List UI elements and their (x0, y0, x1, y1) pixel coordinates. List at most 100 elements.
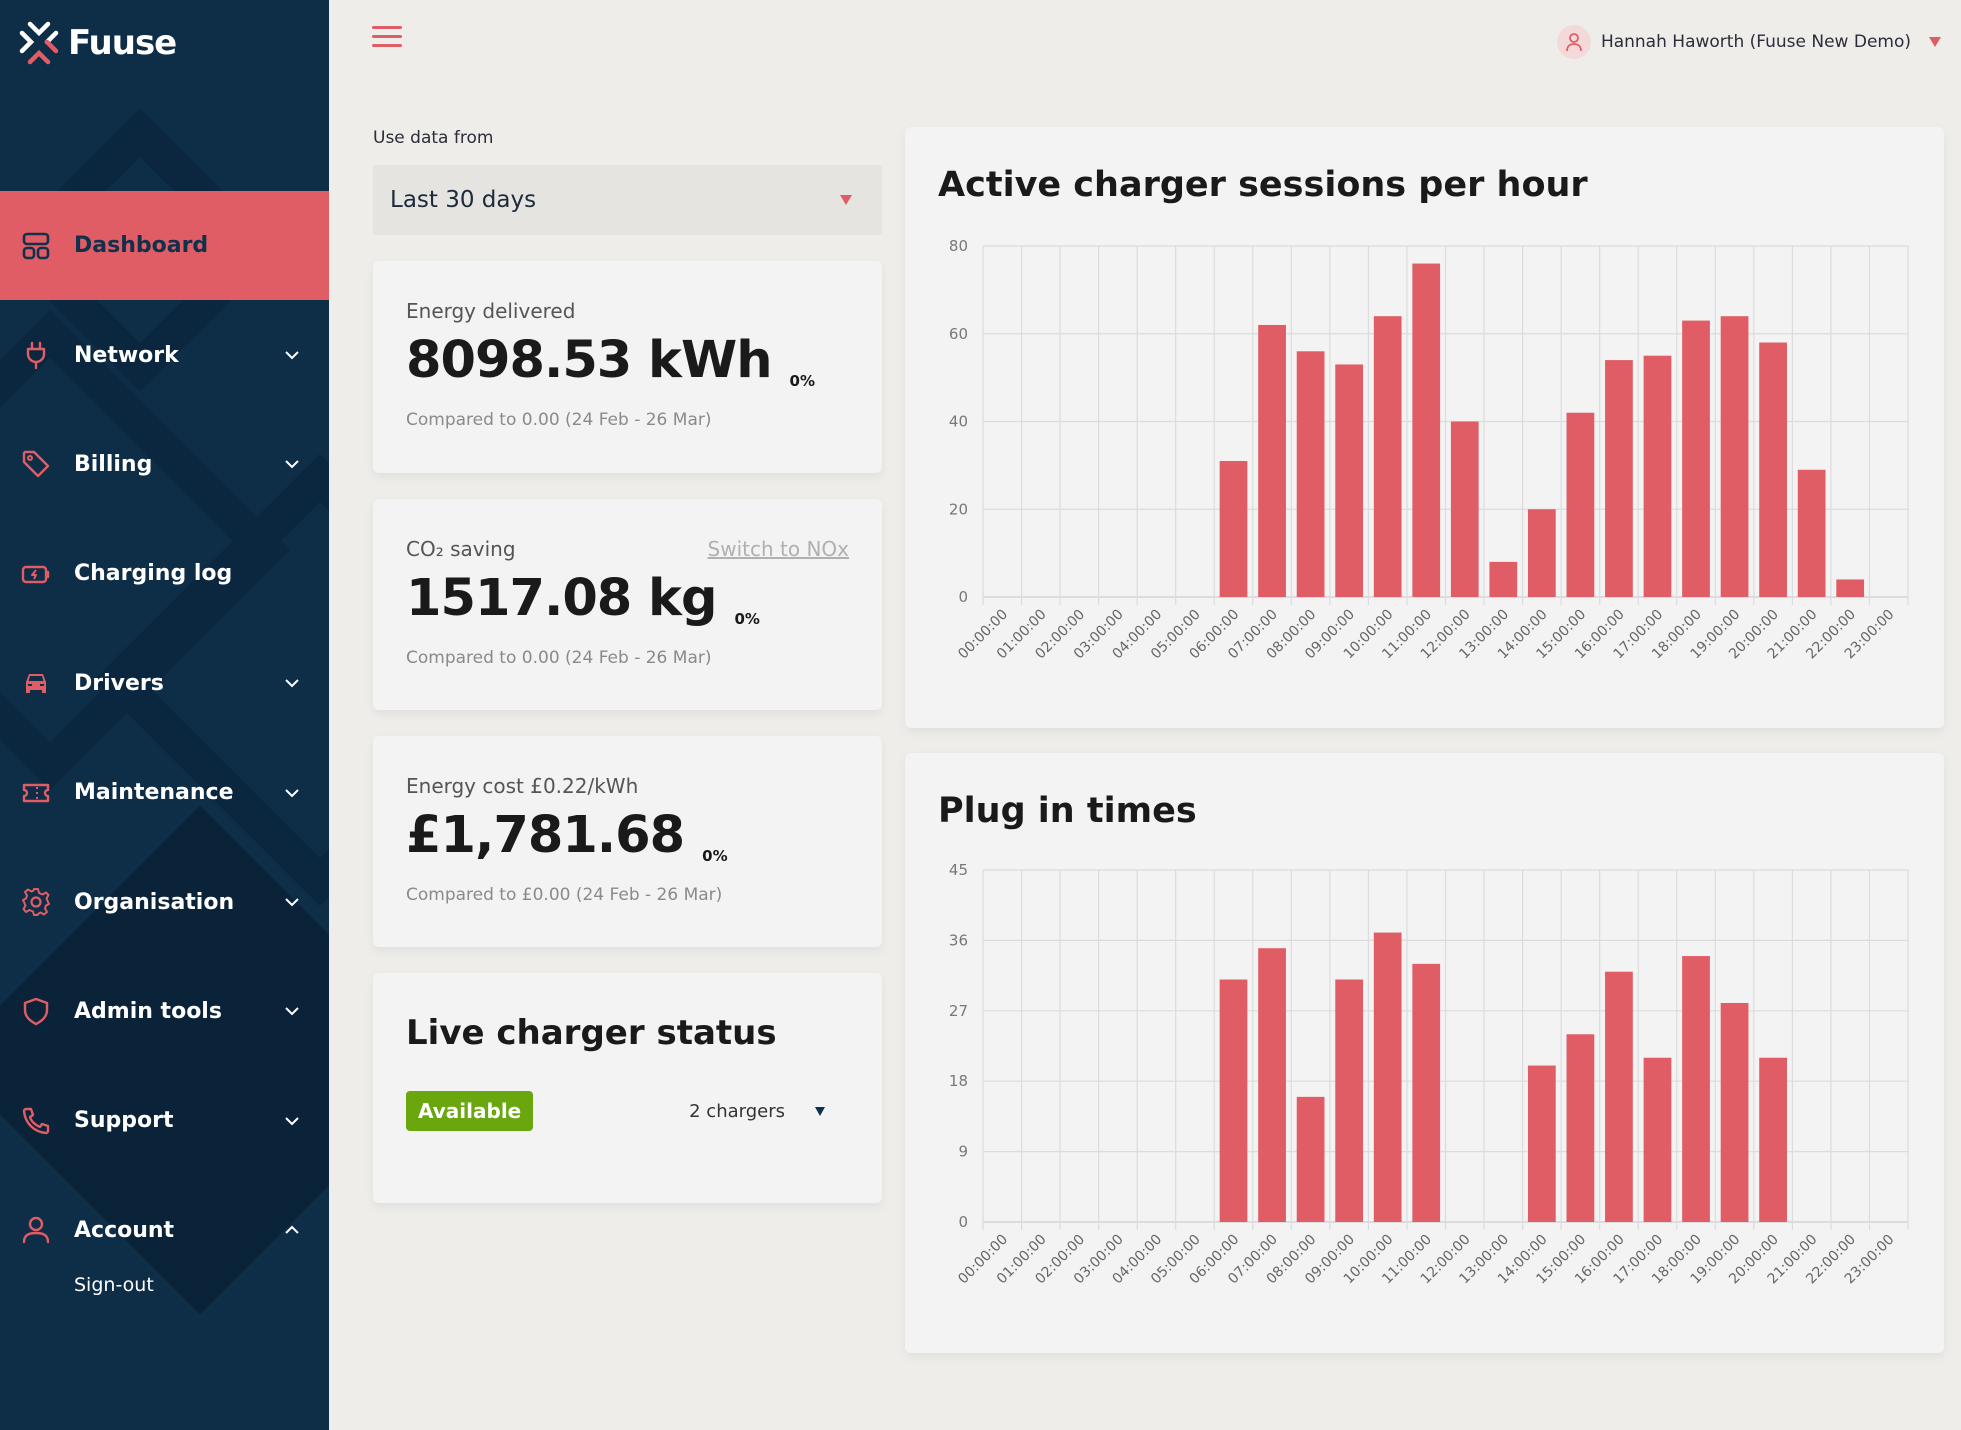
chevron-down-icon[interactable] (283, 346, 301, 364)
bar (1219, 460, 1248, 597)
live-charger-status-card: Live charger status Available 2 chargers (373, 973, 882, 1203)
y-tick-label: 9 (958, 1143, 968, 1161)
bar (1258, 324, 1286, 597)
sidebar-item-support[interactable]: Support (0, 1066, 329, 1175)
sidebar-item-admin-tools[interactable]: Admin tools (0, 957, 329, 1066)
sidebar-item-label: Drivers (74, 670, 164, 696)
bar (1759, 342, 1787, 597)
bar (1682, 320, 1710, 597)
y-tick-label: 20 (949, 500, 968, 518)
sidebar-item-organisation[interactable]: Organisation (0, 847, 329, 956)
y-tick-label: 0 (958, 588, 968, 606)
stat-change: 0% (734, 610, 760, 628)
date-range-select[interactable]: Last 30 days (373, 165, 882, 235)
bar (1605, 360, 1633, 597)
sidebar-item-label: Support (74, 1108, 174, 1134)
chevron-down-icon[interactable] (283, 784, 301, 802)
plug-in-chart-card: Plug in times 0 9 18 27 36 45 00:00:00 01:00:00… (905, 753, 1944, 1353)
user-menu[interactable]: Hannah Haworth (Fuuse New Demo) (1556, 25, 1941, 59)
brand-name: Fuuse (68, 23, 177, 63)
bar (1219, 979, 1248, 1222)
energy-delivered-card: Energy delivered 8098.53 kWh 0% Compared… (373, 261, 882, 473)
dashboard-icon (20, 230, 52, 262)
chevron-down-icon[interactable] (283, 455, 301, 473)
status-badge: Available (406, 1091, 534, 1131)
caret-down-icon (1929, 37, 1941, 47)
chevron-down-icon[interactable] (283, 1112, 301, 1130)
sessions-chart-card: Active charger sessions per hour 0 20 40 60… (905, 127, 1944, 728)
sidebar-item-account[interactable]: Account (0, 1176, 329, 1285)
stat-change: 0% (789, 372, 815, 390)
sidebar-item-label: Account (74, 1217, 175, 1243)
plug-in-bar-chart: 091827364500:00:0001:00:0002:00:0003:00:… (949, 861, 1909, 1287)
date-range-value: Last 30 days (390, 187, 537, 213)
sidebar: Fuuse Dashboard Network Billing Charging… (0, 0, 329, 1430)
bar (1720, 316, 1749, 597)
stat-value: £1,781.68 (406, 806, 685, 865)
sidebar-item-label: Charging log (74, 561, 233, 587)
sidebar-item-drivers[interactable]: Drivers (0, 629, 329, 738)
bar (1450, 421, 1479, 597)
chargers-count: 2 chargers (689, 1100, 785, 1122)
sidebar-item-label: Network (74, 342, 179, 368)
bar (1682, 956, 1710, 1222)
y-tick-label: 80 (949, 237, 968, 255)
phone-icon (20, 1105, 52, 1137)
bar (1412, 263, 1441, 597)
bar (1335, 364, 1364, 597)
y-tick-label: 40 (949, 413, 968, 431)
chevron-down-icon[interactable] (283, 1002, 301, 1020)
switch-to-nox-link[interactable]: Switch to NOx (708, 537, 849, 561)
bar (1720, 1002, 1749, 1222)
live-status-title: Live charger status (406, 1013, 777, 1053)
y-tick-label: 18 (949, 1072, 968, 1090)
bar (1566, 1034, 1595, 1222)
sidebar-item-billing[interactable]: Billing (0, 410, 329, 519)
date-range-label: Use data from (373, 128, 494, 148)
battery-charging-icon (20, 558, 52, 590)
stat-title: CO₂ saving (406, 537, 516, 561)
chargers-dropdown[interactable]: 2 chargers (689, 1101, 825, 1122)
energy-cost-card: Energy cost £0.22/kWh £1,781.68 0% Compa… (373, 736, 882, 947)
chevron-down-icon[interactable] (283, 674, 301, 692)
bar (1527, 509, 1556, 597)
stat-title: Energy delivered (406, 299, 576, 323)
sidebar-item-label: Organisation (74, 889, 235, 915)
bar (1489, 561, 1518, 597)
y-tick-label: 60 (949, 325, 968, 343)
sidebar-item-maintenance[interactable]: Maintenance (0, 738, 329, 847)
bar (1373, 316, 1402, 597)
sidebar-item-charging-log[interactable]: Charging log (0, 519, 329, 628)
sidebar-item-network[interactable]: Network (0, 300, 329, 409)
y-tick-label: 36 (949, 931, 968, 949)
shield-icon (20, 995, 52, 1027)
chevron-up-icon[interactable] (283, 1221, 301, 1239)
hamburger-icon (372, 44, 402, 47)
plug-icon (20, 339, 52, 371)
bar (1605, 971, 1633, 1222)
user-name: Hannah Haworth (Fuuse New Demo) (1600, 32, 1911, 52)
user-icon (1566, 33, 1582, 52)
sidebar-item-dashboard[interactable]: Dashboard (0, 191, 329, 301)
stat-value: 1517.08 kg (406, 569, 717, 628)
chevron-down-icon[interactable] (283, 893, 301, 911)
hamburger-icon (372, 26, 402, 29)
gear-icon (20, 886, 52, 918)
brand-logo[interactable]: Fuuse (18, 20, 177, 66)
sidebar-item-label: Admin tools (74, 998, 222, 1024)
stat-compare: Compared to 0.00 (24 Feb - 26 Mar) (406, 410, 712, 430)
bar (1643, 355, 1672, 597)
tag-icon (20, 448, 52, 480)
y-tick-label: 45 (949, 861, 968, 879)
avatar (1556, 25, 1591, 59)
stat-compare: Compared to £0.00 (24 Feb - 26 Mar) (406, 885, 723, 905)
stat-compare: Compared to 0.00 (24 Feb - 26 Mar) (406, 648, 712, 668)
sidebar-item-label: Maintenance (74, 780, 234, 806)
hamburger-menu-button[interactable] (372, 26, 402, 52)
y-tick-label: 0 (958, 1213, 968, 1231)
y-tick-label: 27 (949, 1002, 968, 1020)
bar (1335, 979, 1364, 1222)
co2-saving-card: CO₂ saving Switch to NOx 1517.08 kg 0% C… (373, 499, 882, 710)
stat-title: Energy cost £0.22/kWh (406, 774, 639, 798)
sessions-bar-chart: 02040608000:00:0001:00:0002:00:0003:00:0… (949, 237, 1909, 662)
